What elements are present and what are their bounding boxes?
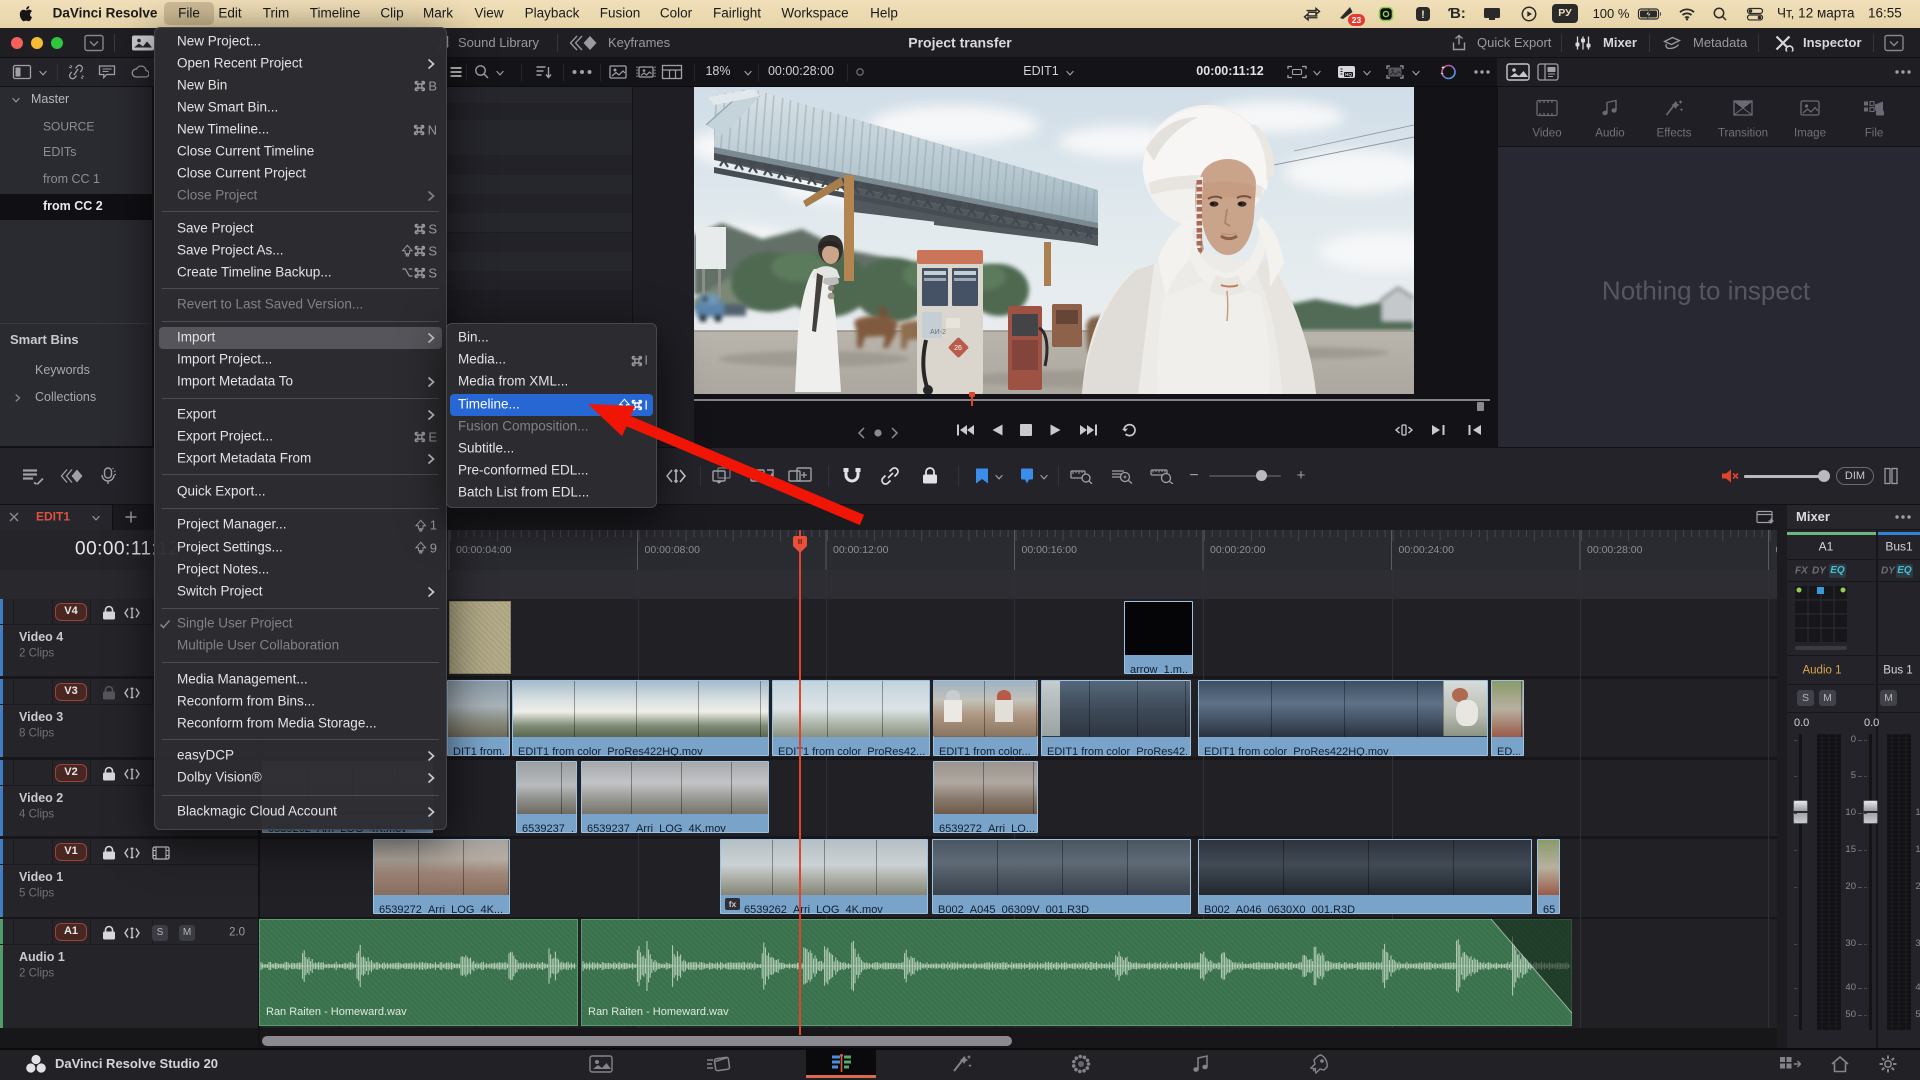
svg-text:HQ: HQ (1345, 72, 1352, 77)
svg-text:!: ! (1421, 9, 1425, 21)
